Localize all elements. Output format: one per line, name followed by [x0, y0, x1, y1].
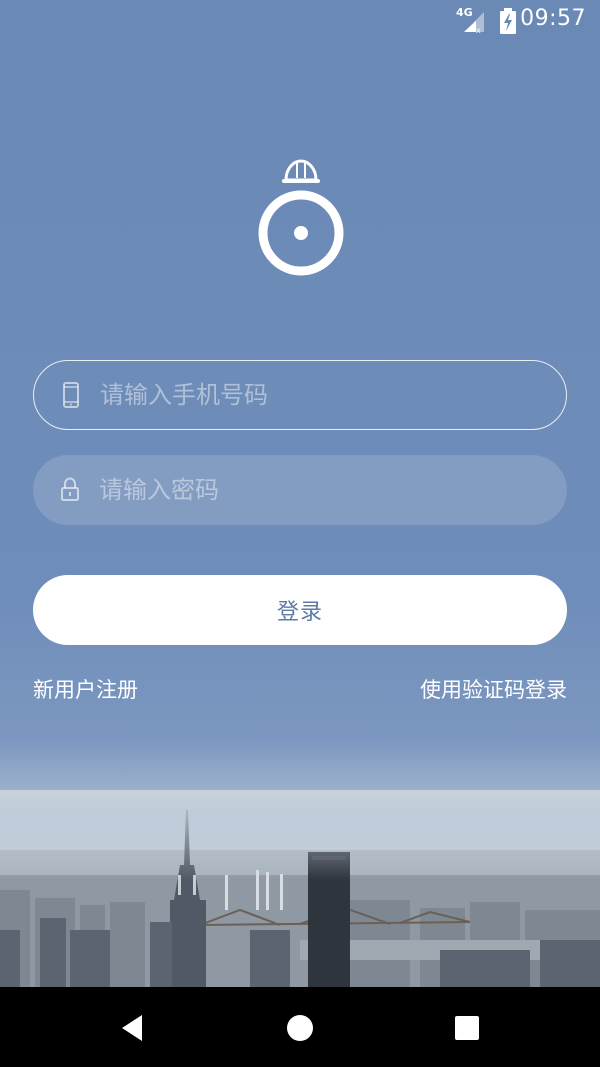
signal-icon: 4G x — [456, 6, 486, 35]
home-icon[interactable] — [283, 1011, 317, 1045]
svg-text:x: x — [476, 26, 481, 34]
phone-field[interactable] — [33, 360, 567, 430]
register-link[interactable]: 新用户注册 — [33, 674, 138, 704]
status-time: 09:57 — [520, 6, 586, 31]
city-skyline-image — [0, 790, 600, 987]
recents-icon[interactable] — [450, 1011, 484, 1045]
navigation-bar — [0, 987, 600, 1067]
status-bar: 4G x 09:57 — [0, 0, 600, 40]
password-input[interactable] — [99, 455, 539, 525]
phone-input[interactable] — [100, 361, 540, 429]
login-screen: 4G x 09:57 请输入手机号码 登录 新用户注册 使用验证码登录 — [0, 0, 600, 987]
password-field[interactable] — [33, 455, 567, 525]
battery-icon — [499, 8, 517, 34]
helmet-target-logo-icon — [254, 156, 348, 280]
lock-icon — [59, 476, 81, 502]
login-button[interactable]: 登录 — [33, 575, 567, 645]
sms-login-link[interactable]: 使用验证码登录 — [420, 674, 567, 704]
phone-icon — [60, 382, 82, 408]
network-type-label: 4G — [456, 6, 473, 19]
back-icon[interactable] — [116, 1011, 150, 1045]
